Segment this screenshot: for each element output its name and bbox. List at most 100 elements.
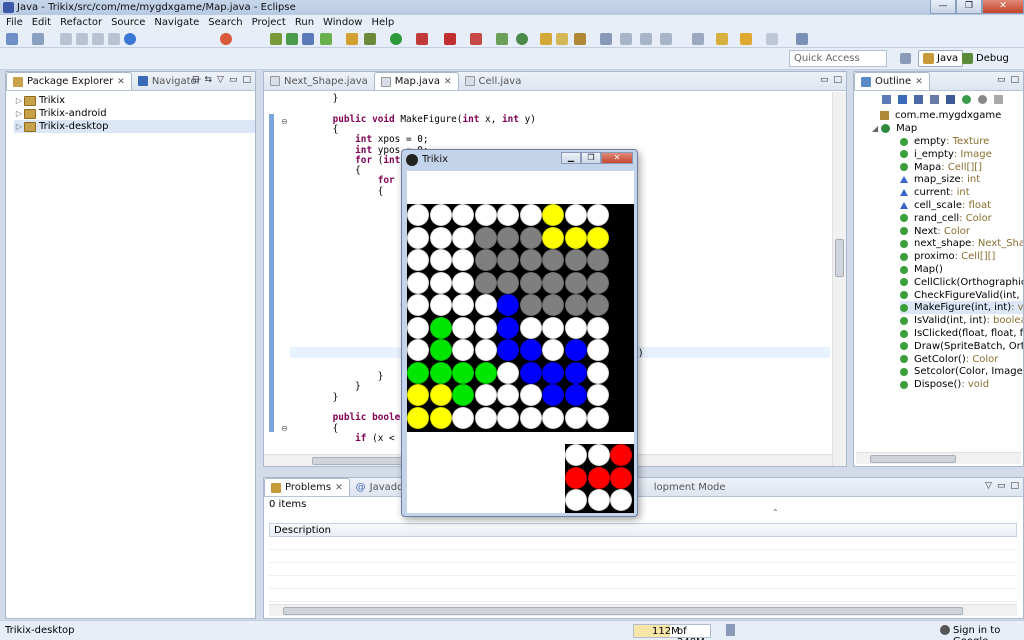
print-icon[interactable] — [92, 33, 104, 45]
board-cell[interactable] — [452, 361, 474, 384]
board-cell[interactable] — [452, 294, 474, 316]
heap-status[interactable]: 112M of 248M — [633, 624, 711, 640]
outline-member[interactable]: Draw(SpriteBatch, Orthogra — [900, 340, 1023, 353]
board-cell[interactable] — [587, 249, 609, 271]
board-cell[interactable] — [452, 316, 474, 339]
board-cell[interactable] — [519, 294, 542, 316]
board-cell[interactable] — [407, 249, 429, 271]
board-cell[interactable] — [429, 249, 452, 271]
outline-horizontal-scrollbar[interactable] — [856, 452, 1021, 464]
expand-arrow-icon[interactable]: ▷ — [14, 122, 24, 131]
board-cell[interactable] — [497, 294, 519, 316]
menu-file[interactable]: File — [6, 17, 23, 28]
board-cell[interactable] — [519, 249, 542, 271]
stop-icon[interactable] — [444, 33, 456, 45]
fold-icon[interactable]: ⊖ — [281, 424, 288, 433]
board-cell[interactable] — [542, 406, 564, 429]
board-cell[interactable] — [474, 249, 497, 271]
board-cell[interactable] — [452, 406, 474, 429]
view-menu-icon[interactable]: ▽ — [985, 481, 992, 491]
board-cell[interactable] — [474, 294, 497, 316]
debug-marker-icon[interactable] — [220, 33, 232, 45]
menu-run[interactable]: Run — [295, 17, 314, 28]
next-piece-cell[interactable] — [587, 466, 610, 489]
fold-icon[interactable]: ⊖ — [281, 117, 288, 126]
new-android-project-icon[interactable] — [346, 33, 358, 45]
open-type-icon[interactable] — [108, 33, 120, 45]
board-cell[interactable] — [497, 339, 519, 361]
outline-class[interactable]: ◢ Map — [872, 122, 917, 135]
outline-member[interactable]: current : int — [900, 186, 970, 199]
android-avd-icon[interactable] — [286, 33, 298, 45]
board-cell[interactable] — [452, 226, 474, 249]
android-sdk-icon[interactable] — [270, 33, 282, 45]
outline-package[interactable]: com.me.mygdxgame — [880, 109, 1001, 122]
board-cell[interactable] — [407, 406, 429, 429]
board-cell[interactable] — [474, 384, 497, 406]
back-icon[interactable] — [740, 33, 752, 45]
focus-icon[interactable] — [978, 95, 987, 104]
save-all-icon[interactable] — [76, 33, 88, 45]
board-cell[interactable] — [452, 271, 474, 294]
board-cell[interactable] — [429, 384, 452, 406]
board-cell[interactable] — [429, 204, 452, 226]
board-cell[interactable] — [564, 339, 587, 361]
outline-member[interactable]: cell_scale : float — [900, 199, 991, 212]
editor-vertical-scrollbar[interactable] — [832, 92, 846, 466]
board-cell[interactable] — [429, 294, 452, 316]
sign-in-link[interactable]: Sign in to Google... — [953, 625, 1024, 640]
coverage-icon[interactable] — [470, 33, 482, 45]
close-tab-icon[interactable]: ✕ — [444, 77, 452, 87]
prev-annotation-icon[interactable] — [716, 33, 728, 45]
debug-icon[interactable] — [364, 33, 376, 45]
close-tab-icon[interactable]: ✕ — [335, 483, 343, 493]
collapse-all-icon[interactable] — [882, 95, 891, 104]
menu-search[interactable]: Search — [208, 17, 242, 28]
board-cell[interactable] — [497, 316, 519, 339]
outline-member[interactable]: Next : Color — [900, 225, 970, 238]
outline-member[interactable]: next_shape : Next_Shape — [900, 237, 1023, 250]
tab-outline[interactable]: Outline ✕ — [854, 72, 930, 90]
hide-local-types-icon[interactable] — [962, 95, 971, 104]
new-wizard-icon[interactable] — [32, 33, 44, 45]
hide-fields-icon[interactable] — [914, 95, 923, 104]
google-icon[interactable] — [124, 33, 136, 45]
game-canvas[interactable] — [407, 171, 634, 513]
board-cell[interactable] — [497, 384, 519, 406]
game-maximize-button[interactable]: ❐ — [581, 152, 601, 164]
board-cell[interactable] — [474, 406, 497, 429]
tree-item-trikix-android[interactable]: ▷ Trikix-android — [14, 107, 255, 120]
game-minimize-button[interactable]: ▁ — [561, 152, 581, 164]
board-cell[interactable] — [564, 271, 587, 294]
board-cell[interactable] — [452, 384, 474, 406]
board-cell[interactable] — [564, 226, 587, 249]
toggle-mark-icon[interactable] — [640, 33, 652, 45]
board-cell[interactable] — [587, 339, 609, 361]
board-cell[interactable] — [497, 361, 519, 384]
pin-icon[interactable] — [600, 33, 612, 45]
board-cell[interactable] — [542, 361, 564, 384]
perspective-java[interactable]: Java — [918, 50, 964, 67]
menu-refactor[interactable]: Refactor — [60, 17, 102, 28]
hide-static-icon[interactable] — [930, 95, 939, 104]
board-cell[interactable] — [407, 339, 429, 361]
check-icon[interactable] — [320, 33, 332, 45]
board-cell[interactable] — [542, 339, 564, 361]
sort-icon[interactable] — [898, 95, 907, 104]
board-cell[interactable] — [542, 226, 564, 249]
board-cell[interactable] — [564, 361, 587, 384]
tab-problems[interactable]: Problems ✕ — [264, 478, 350, 496]
open-perspective-toolbar-icon[interactable] — [796, 33, 808, 45]
board-cell[interactable] — [429, 361, 452, 384]
next-piece-cell[interactable] — [610, 466, 632, 489]
board-cell[interactable] — [407, 204, 429, 226]
maximize-view-icon[interactable]: □ — [1010, 75, 1019, 85]
outline-member[interactable]: CellClick(OrthographicCam — [900, 276, 1023, 289]
next-piece-cell[interactable] — [587, 444, 610, 466]
next-piece-cell[interactable] — [610, 489, 632, 511]
collapse-arrow-icon[interactable]: ◢ — [872, 124, 878, 133]
menu-project[interactable]: Project — [252, 17, 286, 28]
board-cell[interactable] — [542, 249, 564, 271]
board-cell[interactable] — [564, 294, 587, 316]
scroll-thumb[interactable] — [835, 239, 844, 277]
